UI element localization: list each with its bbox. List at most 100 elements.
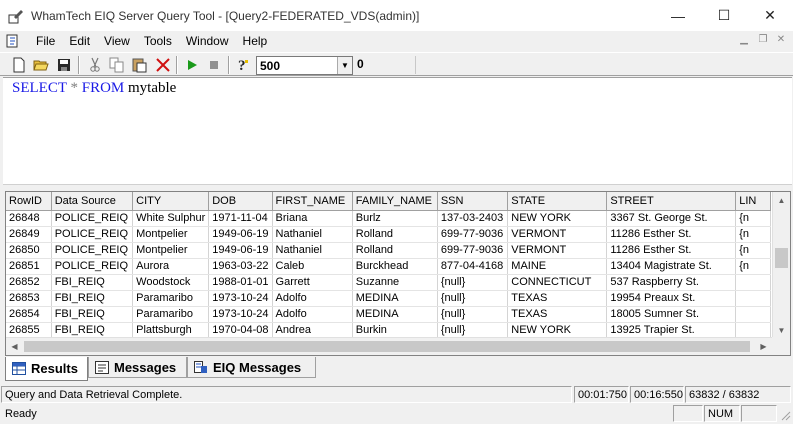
vertical-scrollbar[interactable]: ▲ ▼ (772, 192, 790, 338)
horizontal-scroll-thumb[interactable] (24, 341, 750, 352)
table-cell[interactable]: {null} (437, 274, 509, 291)
copy-icon[interactable] (108, 56, 126, 74)
table-cell[interactable]: 1949-06-19 (208, 226, 273, 243)
table-row[interactable]: 26855 FBI_REIQ Plattsburgh 1970-04-08 Andrea… (6, 322, 771, 338)
column-header[interactable]: DOB (208, 192, 273, 211)
table-cell[interactable]: MEDINA (352, 306, 438, 323)
delete-icon[interactable] (154, 56, 172, 74)
table-cell[interactable]: Plattsburgh (132, 322, 210, 338)
table-cell[interactable]: 1973-10-24 (208, 306, 273, 323)
table-cell[interactable]: 11286 Esther St. (606, 226, 737, 243)
table-cell[interactable]: POLICE_REIQ (51, 242, 134, 259)
tab-messages[interactable]: Messages (88, 357, 187, 378)
menu-edit[interactable]: Edit (62, 34, 97, 48)
table-cell[interactable]: 11286 Esther St. (606, 242, 737, 259)
max-rows-combo[interactable]: 500 ▼ (256, 56, 353, 75)
menu-tools[interactable]: Tools (137, 34, 179, 48)
close-button[interactable]: ✕ (747, 0, 793, 31)
table-cell[interactable]: Montpelier (132, 226, 210, 243)
table-cell[interactable]: TEXAS (507, 306, 608, 323)
table-cell[interactable]: Nathaniel (272, 226, 353, 243)
table-cell[interactable]: 1973-10-24 (208, 290, 273, 307)
app-icon[interactable] (8, 8, 24, 24)
table-row[interactable]: 26853 FBI_REIQ Paramaribo 1973-10-24 Adolfo M… (6, 290, 771, 307)
table-cell[interactable]: 1963-03-22 (208, 258, 273, 275)
cut-icon[interactable] (86, 56, 104, 74)
table-row[interactable]: 26854 FBI_REIQ Paramaribo 1973-10-24 Adolfo M… (6, 306, 771, 323)
table-cell[interactable]: Caleb (272, 258, 353, 275)
table-row[interactable]: 26851 POLICE_REIQ Aurora 1963-03-22 Caleb Bur… (6, 258, 771, 275)
table-cell[interactable]: Suzanne (352, 274, 438, 291)
open-folder-icon[interactable] (32, 56, 50, 74)
table-cell[interactable]: 13404 Magistrate St. (606, 258, 737, 275)
table-cell[interactable]: POLICE_REIQ (51, 258, 134, 275)
table-cell[interactable]: FBI_REIQ (51, 306, 134, 323)
table-cell[interactable]: {null} (437, 290, 509, 307)
table-cell[interactable]: Adolfo (272, 290, 353, 307)
table-cell[interactable]: FBI_REIQ (51, 322, 134, 338)
scroll-down-icon[interactable]: ▼ (773, 322, 790, 338)
column-header[interactable]: SSN (437, 192, 509, 211)
stop-icon[interactable] (205, 56, 223, 74)
column-header[interactable]: Data Source (51, 192, 134, 211)
document-icon[interactable] (6, 34, 22, 48)
column-header[interactable]: FIRST_NAME (272, 192, 353, 211)
table-cell[interactable]: Paramaribo (132, 306, 210, 323)
table-cell[interactable]: {n (735, 258, 771, 275)
table-cell[interactable]: 1988-01-01 (208, 274, 273, 291)
table-cell[interactable]: FBI_REIQ (51, 290, 134, 307)
scroll-right-icon[interactable]: ▶ (755, 338, 772, 354)
sql-editor[interactable]: SELECT * FROM mytable (3, 77, 792, 185)
table-cell[interactable]: Montpelier (132, 242, 210, 259)
table-row[interactable]: 26850 POLICE_REIQ Montpelier 1949-06-19 Nath… (6, 242, 771, 259)
table-cell[interactable]: MAINE (507, 258, 608, 275)
table-cell[interactable]: Burkin (352, 322, 438, 338)
tab-results[interactable]: Results (5, 357, 88, 381)
table-cell[interactable]: TEXAS (507, 290, 608, 307)
table-cell[interactable]: 877-04-4168 (437, 258, 509, 275)
table-cell[interactable]: Andrea (272, 322, 353, 338)
tab-eiq-messages[interactable]: EIQ Messages (187, 357, 316, 378)
paste-icon[interactable] (131, 56, 149, 74)
minimize-button[interactable]: — (655, 0, 701, 31)
table-cell[interactable]: 1970-04-08 (208, 322, 273, 338)
table-cell[interactable]: POLICE_REIQ (51, 226, 134, 243)
table-cell[interactable]: 19954 Preaux St. (606, 290, 737, 307)
table-cell[interactable] (735, 274, 771, 291)
table-cell[interactable]: 26852 (6, 274, 52, 291)
table-cell[interactable]: NEW YORK (507, 322, 608, 338)
table-cell[interactable] (735, 290, 771, 307)
chevron-down-icon[interactable]: ▼ (337, 57, 352, 74)
save-icon[interactable] (55, 56, 73, 74)
table-cell[interactable]: 26855 (6, 322, 52, 338)
table-cell[interactable]: 1971-11-04 (208, 210, 273, 227)
table-cell[interactable]: 26848 (6, 210, 52, 227)
table-cell[interactable]: 13925 Trapier St. (606, 322, 737, 338)
table-cell[interactable]: 3367 St. George St. (606, 210, 737, 227)
table-cell[interactable]: 137-03-2403 (437, 210, 509, 227)
column-header[interactable]: LIN (735, 192, 771, 211)
table-cell[interactable] (735, 322, 771, 338)
new-file-icon[interactable] (10, 56, 28, 74)
table-cell[interactable]: {null} (437, 306, 509, 323)
scroll-up-icon[interactable]: ▲ (773, 192, 790, 208)
table-cell[interactable]: MEDINA (352, 290, 438, 307)
vertical-scroll-thumb[interactable] (775, 248, 788, 268)
table-cell[interactable]: Nathaniel (272, 242, 353, 259)
menu-help[interactable]: Help (236, 34, 275, 48)
table-cell[interactable]: Aurora (132, 258, 210, 275)
table-cell[interactable]: White Sulphur (132, 210, 210, 227)
table-cell[interactable]: 26853 (6, 290, 52, 307)
table-cell[interactable]: {null} (437, 322, 509, 338)
table-cell[interactable]: Garrett (272, 274, 353, 291)
table-cell[interactable]: CONNECTICUT (507, 274, 608, 291)
table-cell[interactable]: Adolfo (272, 306, 353, 323)
table-row[interactable]: 26849 POLICE_REIQ Montpelier 1949-06-19 Nath… (6, 226, 771, 243)
results-grid[interactable]: RowID Data Source CITY DOB FIRST_NAME FAMILY_… (5, 191, 791, 356)
scroll-left-icon[interactable]: ◀ (6, 338, 23, 354)
help-icon[interactable]: ? (234, 56, 252, 74)
table-cell[interactable]: 26849 (6, 226, 52, 243)
table-cell[interactable]: 1949-06-19 (208, 242, 273, 259)
table-cell[interactable]: 699-77-9036 (437, 226, 509, 243)
table-cell[interactable]: Burckhead (352, 258, 438, 275)
